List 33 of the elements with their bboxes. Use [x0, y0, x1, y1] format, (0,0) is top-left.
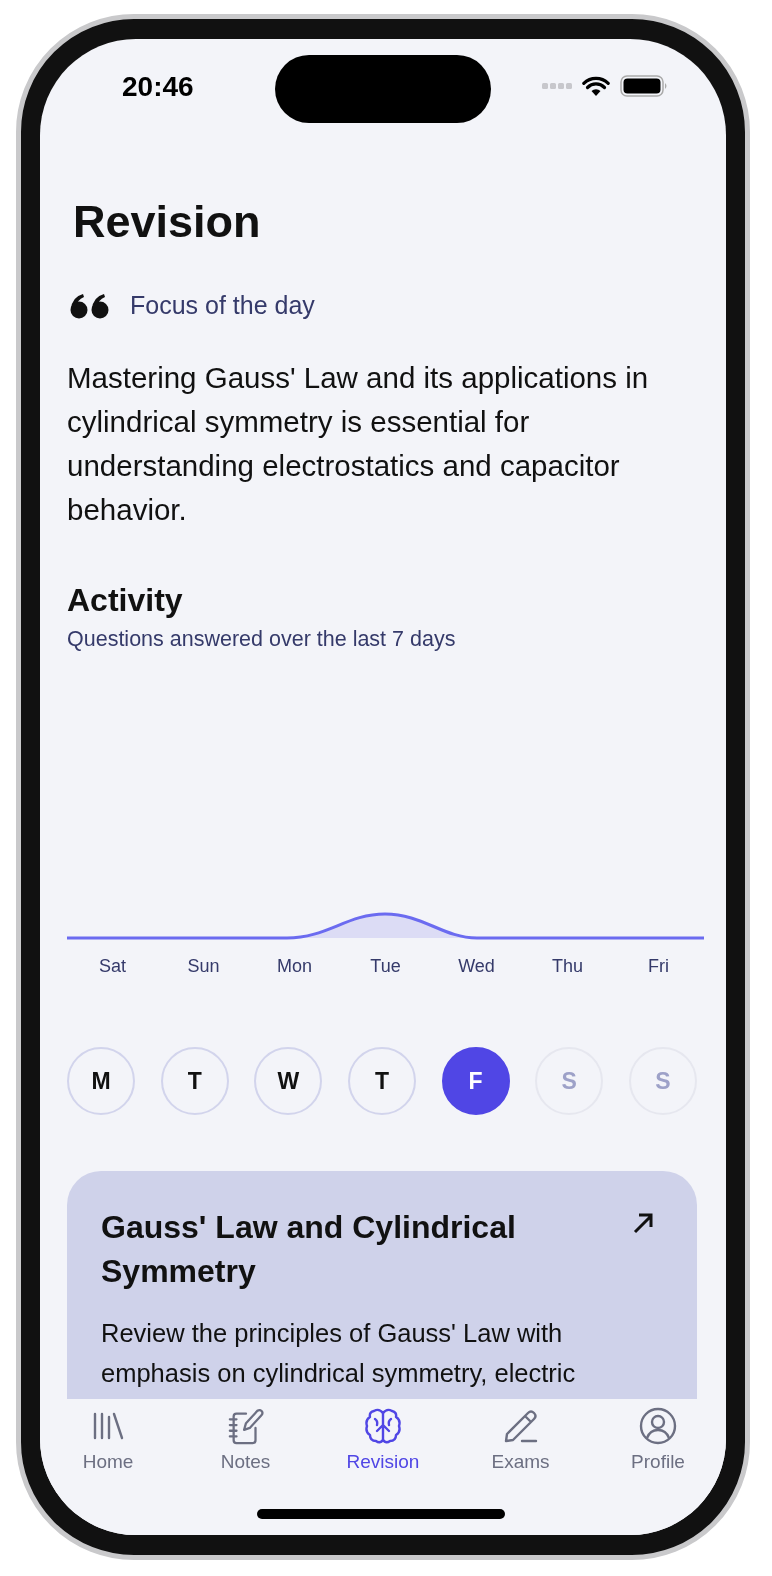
focus-text: Mastering Gauss' Law and its applications in cylindrical symmetry is essential for understanding electrostatics and capacitor behavior. [67, 360, 650, 528]
brain-icon [364, 1407, 402, 1445]
page-title: Revision [73, 195, 262, 249]
tab-item[interactable]: Profile [608, 1407, 708, 1473]
tab-item[interactable]: Revision [333, 1407, 433, 1473]
card-description: Review the principles of Gauss' Law with emphasis on cylindrical symmetry, electric [101, 1318, 577, 1389]
status-time: 20:46 [122, 71, 194, 103]
day-button[interactable]: T [347, 1047, 416, 1115]
tab-item[interactable]: Home [58, 1407, 158, 1473]
user-icon [639, 1407, 677, 1445]
day-button[interactable]: M [67, 1047, 135, 1115]
axis-label: Sat [98, 956, 127, 977]
axis-label: Sun [186, 956, 221, 977]
axis-label: Thu [551, 956, 584, 977]
axis-label: Fri [647, 956, 670, 977]
day-button[interactable]: T [160, 1047, 229, 1115]
axis-label: Wed [457, 956, 496, 977]
day-button[interactable]: F [441, 1047, 510, 1115]
section-title: Activity [67, 582, 184, 619]
signal-icon [542, 82, 572, 90]
battery-icon [620, 75, 668, 97]
day-button[interactable]: W [254, 1047, 323, 1115]
wifi-icon [582, 75, 610, 97]
arrow-up-right-icon [631, 1211, 655, 1235]
tab-item[interactable]: Notes [195, 1407, 296, 1473]
focus-label: Focus of the day [130, 291, 315, 320]
quote-icon [70, 292, 110, 319]
topic-card[interactable]: Gauss' Law and Cylindrical Symmetry Review the principles of Gauss' Law with emphasis on cylindrical symmetry, electric [67, 1171, 697, 1399]
axis-label: Tue [369, 956, 402, 977]
tab-item[interactable]: Exams [470, 1407, 571, 1473]
axis-label: Mon [276, 956, 313, 977]
card-title: Gauss' Law and Cylindrical Symmetry [101, 1208, 517, 1291]
section-subtitle: Questions answered over the last 7 days [67, 627, 457, 652]
